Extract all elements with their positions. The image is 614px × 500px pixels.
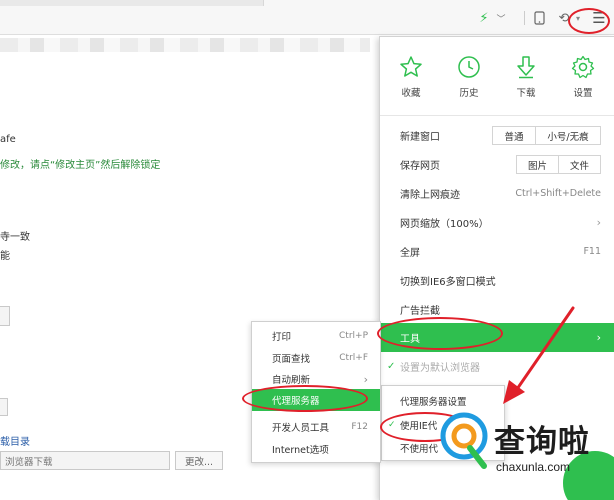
- tools-item-devtools[interactable]: 开发人员工具 F12: [252, 416, 380, 438]
- menu-item-ie6-mode-label: 切换到IE6多窗口模式: [400, 277, 496, 288]
- menu-item-fullscreen-label: 全屏: [400, 248, 420, 259]
- page-text-lock-hint: 修改，请点“修改主页”然后解除锁定: [0, 160, 161, 171]
- watermark-text: 查询啦: [494, 424, 590, 460]
- tools-item-devtools-label: 开发人员工具: [272, 423, 330, 434]
- tools-item-print-shortcut: Ctrl+P: [339, 331, 368, 341]
- quick-settings[interactable]: 设置: [555, 55, 611, 99]
- chevron-right-icon: ›: [363, 372, 368, 386]
- page-text-consistent: 寺一致: [0, 232, 30, 243]
- chevron-right-icon: ›: [596, 216, 601, 229]
- page-select-stub[interactable]: [0, 398, 8, 416]
- menu-item-fullscreen-shortcut: F11: [583, 246, 601, 257]
- menu-item-tools-label: 工具: [400, 334, 420, 345]
- quick-favorites[interactable]: 收藏: [383, 55, 439, 99]
- blurred-bookmarks-bar: [0, 38, 370, 52]
- quick-settings-label: 设置: [573, 88, 593, 99]
- tools-item-print-label: 打印: [272, 332, 292, 343]
- undo-dropdown-icon[interactable]: ▾: [573, 8, 583, 28]
- star-icon: [400, 56, 422, 77]
- page-text-function: 能: [0, 251, 10, 262]
- page-text-safe: afe: [0, 134, 16, 145]
- clock-icon: [458, 56, 480, 78]
- browser-toolbar: ⚡ ﹀ ⟲ ▾ ☰: [0, 0, 614, 35]
- save-as-image-button[interactable]: 图片: [516, 155, 559, 174]
- lightning-icon[interactable]: ⚡: [476, 8, 492, 28]
- undo-icon[interactable]: ⟲: [556, 8, 572, 28]
- tools-item-auto-refresh-label: 自动刷新: [272, 375, 311, 386]
- menu-item-clear-traces[interactable]: 清除上网痕迹 Ctrl+Shift+Delete: [380, 179, 614, 208]
- chevron-right-icon: ›: [596, 331, 601, 344]
- chevron-down-icon[interactable]: ﹀: [494, 8, 508, 28]
- main-menu-button[interactable]: ☰: [588, 8, 610, 28]
- tools-item-auto-refresh[interactable]: 自动刷新 ›: [252, 368, 380, 390]
- menu-item-set-default-label: 设置为默认浏览器: [400, 363, 480, 374]
- menu-divider: [380, 115, 614, 116]
- quick-favorites-label: 收藏: [401, 88, 421, 99]
- tools-item-find-shortcut: Ctrl+F: [339, 353, 368, 363]
- proxy-item-dont-use-label: 不使用代: [400, 444, 439, 455]
- tools-item-proxy[interactable]: 代理服务器: [252, 389, 380, 411]
- tools-item-print[interactable]: 打印 Ctrl+P: [252, 325, 380, 347]
- quick-history-label: 历史: [459, 88, 479, 99]
- tools-submenu: 打印 Ctrl+P 页面查找 Ctrl+F 自动刷新 › 代理服务器 开发人员工…: [251, 321, 381, 463]
- tab-strip: [0, 0, 264, 6]
- menu-item-save-page-label: 保存网页: [400, 161, 440, 172]
- proxy-item-use-ie-label: 使用IE代: [400, 421, 438, 432]
- annotation-arrow: [503, 306, 575, 404]
- menu-item-clear-traces-label: 清除上网痕迹: [400, 190, 460, 201]
- watermark-magnifier-icon: [440, 412, 488, 469]
- watermark-url: chaxunla.com: [496, 460, 571, 474]
- tools-item-find-label: 页面查找: [272, 354, 311, 365]
- menu-item-zoom[interactable]: 网页缩放（100%） ›: [380, 208, 614, 237]
- tools-item-devtools-shortcut: F12: [351, 422, 368, 432]
- save-as-file-button[interactable]: 文件: [558, 155, 601, 174]
- quick-download[interactable]: 下载: [498, 55, 554, 99]
- menu-item-new-window-label: 新建窗口: [400, 132, 440, 143]
- quick-history[interactable]: 历史: [441, 55, 497, 99]
- proxy-item-settings-label: 代理服务器设置: [400, 397, 467, 408]
- quick-download-label: 下载: [516, 88, 536, 99]
- download-path-input[interactable]: 浏览器下载: [0, 451, 170, 470]
- menu-item-new-window: 新建窗口 普通 小号/无痕: [380, 121, 614, 150]
- tablet-icon[interactable]: [531, 8, 547, 28]
- tools-item-internet-options[interactable]: Internet选项: [252, 438, 380, 460]
- toolbar-divider: [524, 11, 525, 25]
- new-window-normal-button[interactable]: 普通: [492, 126, 536, 145]
- menu-item-ie6-mode[interactable]: 切换到IE6多窗口模式: [380, 266, 614, 295]
- check-icon: ✓: [388, 420, 396, 430]
- menu-item-clear-traces-shortcut: Ctrl+Shift+Delete: [515, 188, 601, 199]
- page-input-stub[interactable]: [0, 306, 10, 326]
- tools-item-proxy-label: 代理服务器: [272, 396, 320, 407]
- new-window-incognito-button[interactable]: 小号/无痕: [535, 126, 601, 145]
- menu-item-zoom-label: 网页缩放（100%）: [400, 219, 489, 230]
- download-icon: [517, 56, 535, 79]
- gear-icon: [571, 55, 595, 79]
- check-icon: ✓: [387, 361, 396, 372]
- menu-item-adblock-label: 广告拦截: [400, 306, 440, 317]
- menu-item-fullscreen[interactable]: 全屏 F11: [380, 237, 614, 266]
- change-dir-button[interactable]: 更改...: [175, 451, 223, 470]
- tools-item-find[interactable]: 页面查找 Ctrl+F: [252, 347, 380, 369]
- menu-item-save-page: 保存网页 图片 文件: [380, 150, 614, 179]
- tools-item-internet-options-label: Internet选项: [272, 445, 329, 456]
- page-text-download-dir: 载目录: [0, 437, 30, 448]
